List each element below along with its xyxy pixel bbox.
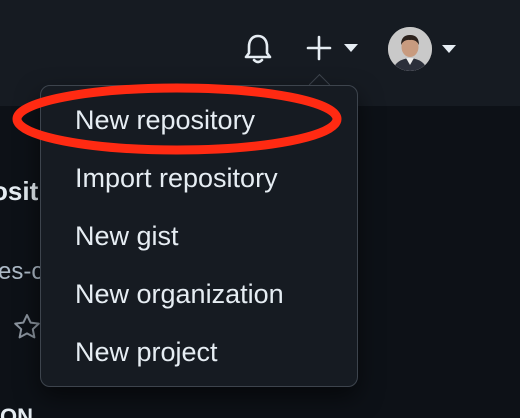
bell-icon [244,34,272,64]
menu-item-new-project[interactable]: New project [75,332,218,372]
user-menu-button[interactable] [388,26,462,72]
menu-item-import-repository[interactable]: Import repository [75,158,278,198]
page: osit es-c ON New repository Import repos… [0,0,520,418]
create-new-button[interactable] [304,28,366,68]
notifications-button[interactable] [240,31,276,67]
section-heading-fragment: ON [0,404,33,418]
chevron-down-icon [442,45,456,53]
repository-description-fragment: es-c [0,258,42,285]
star-icon [14,314,40,339]
avatar [388,27,432,71]
menu-item-new-organization[interactable]: New organization [75,274,284,314]
create-new-dropdown: New repository Import repository New gis… [40,85,358,387]
repository-heading-fragment: osit [0,176,38,206]
star-button[interactable] [12,312,42,342]
menu-item-new-repository[interactable]: New repository [75,100,255,140]
plus-icon [306,35,332,61]
chevron-down-icon [344,44,358,52]
menu-item-new-gist[interactable]: New gist [75,216,179,256]
